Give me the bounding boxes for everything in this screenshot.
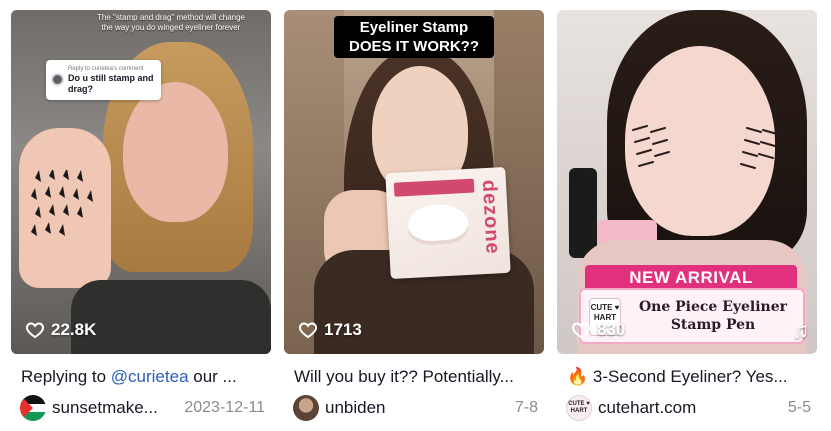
like-count: 22.8K — [51, 320, 97, 339]
author-row: unbiden 7-8 — [284, 395, 544, 421]
eyeliner-stamps — [31, 170, 93, 236]
palestine-flag-icon[interactable] — [20, 395, 46, 421]
like-count-row: 22.8K — [25, 320, 96, 340]
heart-outline-icon — [26, 322, 44, 339]
like-count-row: 830 — [571, 320, 625, 340]
product-label-band — [393, 178, 475, 197]
heart-outline-icon — [572, 322, 590, 339]
video-card[interactable]: dezone Eyeliner Stamp DOES IT WORK?? 171… — [284, 10, 544, 421]
author-name[interactable]: cutehart.com — [598, 398, 696, 418]
post-date: 7-8 — [514, 399, 538, 416]
shirt — [71, 280, 271, 354]
music-note-icon: ♫ — [792, 318, 810, 343]
post-date: 2023-12-11 — [184, 399, 265, 416]
author-name[interactable]: unbiden — [325, 398, 386, 418]
avatar-logo-text: CUTE ♥ HART — [568, 401, 590, 414]
video-thumbnail[interactable]: NEW ARRIVAL CUTE ♥ HART One Piece Eyelin… — [557, 10, 817, 354]
cutehart-logo-avatar[interactable]: CUTE ♥ HART — [566, 395, 592, 421]
post-date: 5-5 — [787, 399, 811, 416]
video-card[interactable]: The "stamp and drag" method will change … — [11, 10, 271, 421]
product-illustration — [407, 202, 470, 247]
reply-text: Do u still stamp and drag? — [68, 73, 154, 94]
video-overlay-caption: Eyeliner Stamp DOES IT WORK?? — [334, 16, 494, 58]
fire-icon: 🔥 — [567, 367, 589, 386]
promo-title: One Piece Eyeliner Stamp Pen — [638, 299, 788, 333]
title-text: 3-Second Eyeliner? Yes... — [588, 367, 788, 386]
user-photo-avatar[interactable] — [293, 395, 319, 421]
video-card[interactable]: NEW ARRIVAL CUTE ♥ HART One Piece Eyelin… — [557, 10, 817, 421]
like-count-row: 1713 — [298, 320, 362, 340]
video-title[interactable]: Replying to @curietea our ... — [11, 367, 271, 387]
reply-header: Reply to curietea's comment — [68, 66, 144, 72]
eyeliner-pen — [569, 168, 597, 258]
commenter-avatar — [51, 73, 64, 86]
author-row: sunsetmake... 2023-12-11 — [11, 395, 271, 421]
title-prefix: Replying to — [21, 367, 111, 386]
mention-link[interactable]: @curietea — [111, 367, 189, 386]
heart-outline-icon — [299, 322, 317, 339]
caption-line-2: DOES IT WORK?? — [349, 38, 479, 55]
video-grid: The "stamp and drag" method will change … — [0, 0, 831, 431]
product-box: dezone — [385, 166, 511, 280]
reply-comment-bubble: Reply to curietea's comment Do u still s… — [46, 60, 161, 100]
video-thumbnail[interactable]: dezone Eyeliner Stamp DOES IT WORK?? 171… — [284, 10, 544, 354]
author-name[interactable]: sunsetmake... — [52, 398, 158, 418]
like-count: 830 — [597, 320, 626, 339]
video-title[interactable]: Will you buy it?? Potentially... — [284, 367, 544, 387]
title-suffix: our ... — [188, 367, 237, 386]
product-brand: dezone — [477, 179, 504, 256]
caption-line-1: Eyeliner Stamp — [359, 19, 469, 36]
video-thumbnail[interactable]: The "stamp and drag" method will change … — [11, 10, 271, 354]
like-count: 1713 — [324, 320, 362, 339]
video-overlay-caption: The "stamp and drag" method will change … — [97, 13, 245, 32]
author-row: CUTE ♥ HART cutehart.com 5-5 — [557, 395, 817, 421]
eyeliner-stamps — [632, 125, 778, 169]
video-title[interactable]: 🔥 3-Second Eyeliner? Yes... — [557, 367, 817, 387]
face — [123, 82, 228, 222]
